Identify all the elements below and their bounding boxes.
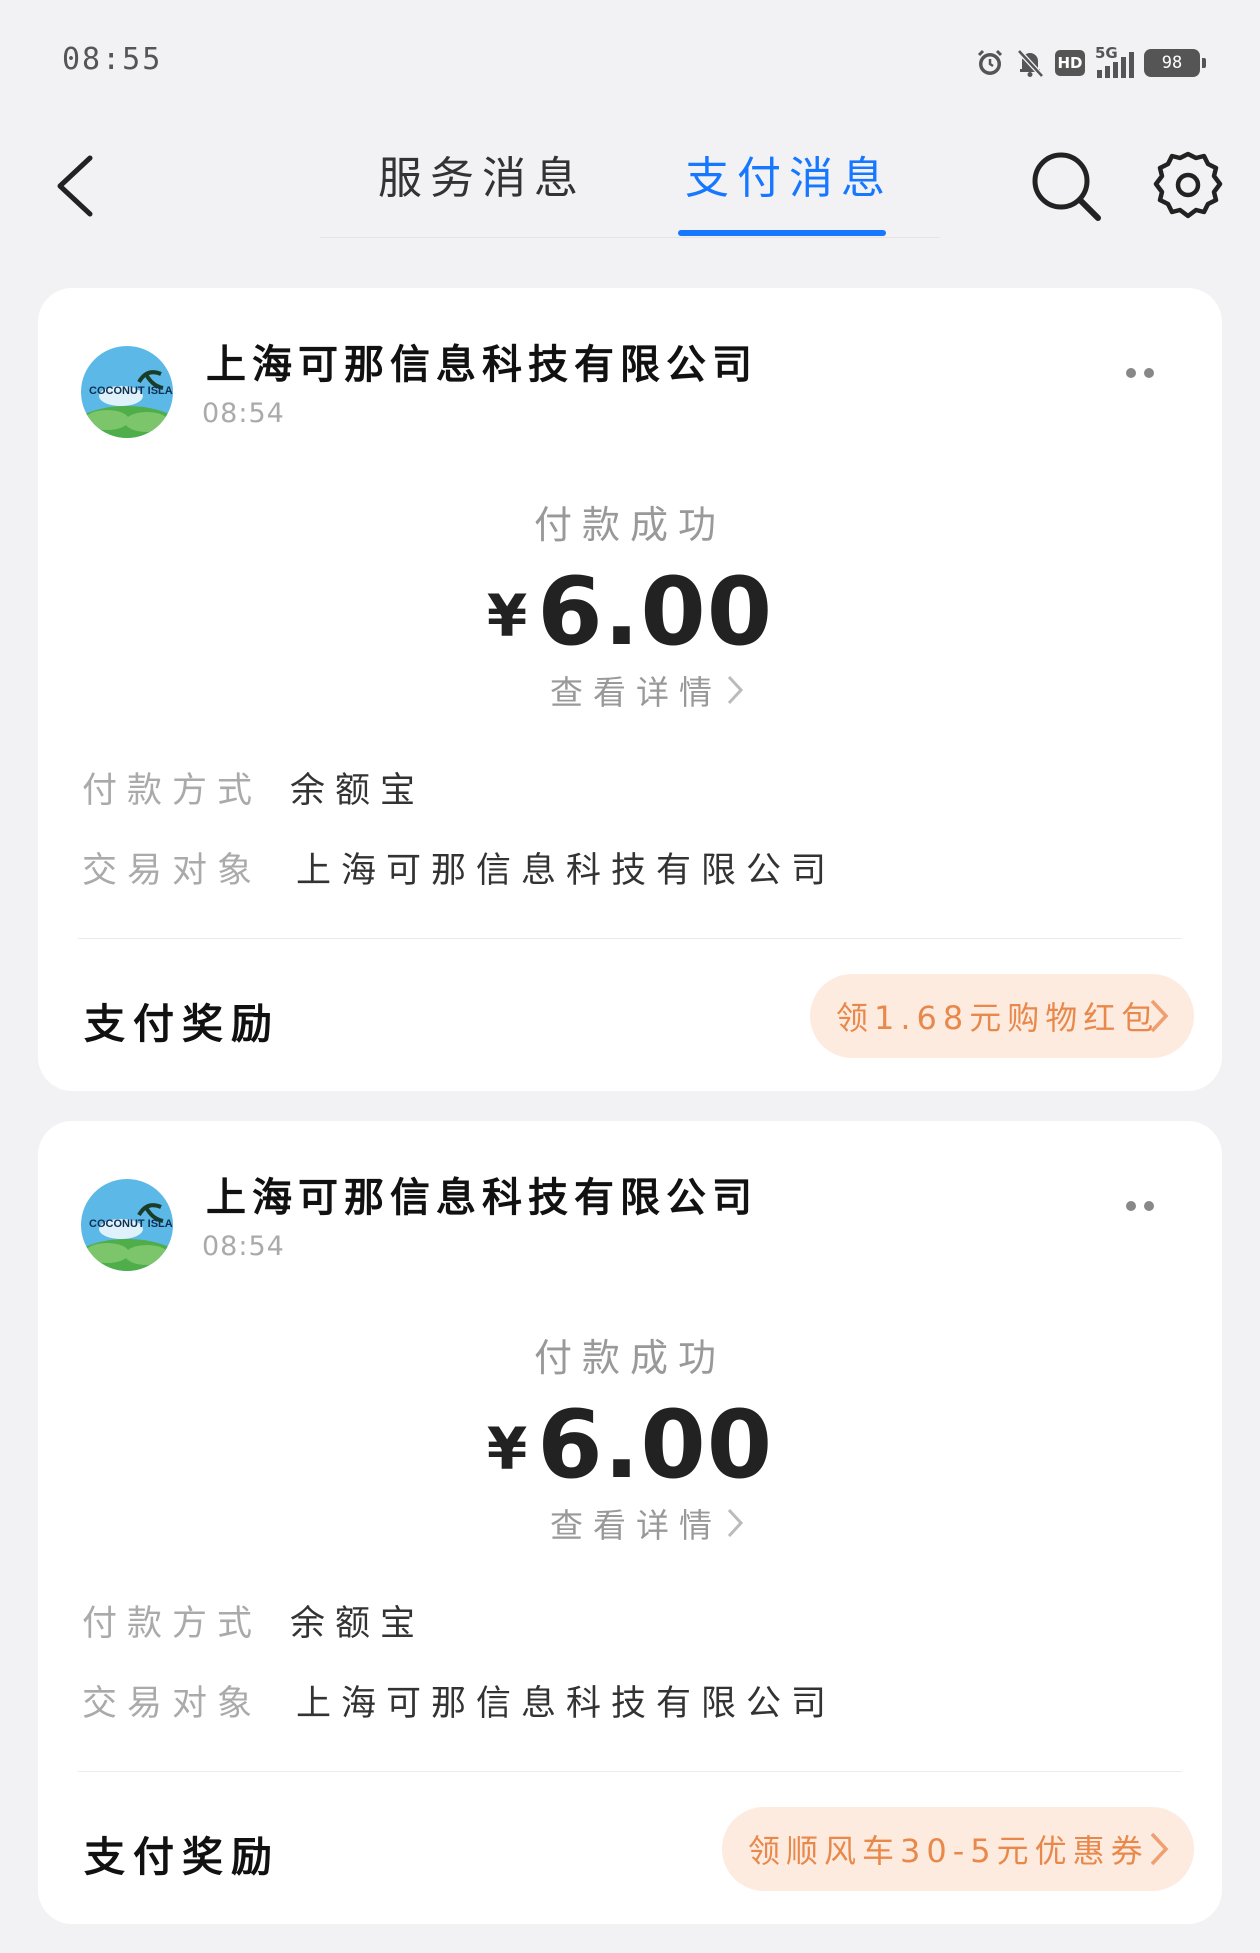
- currency-symbol: ¥: [486, 582, 528, 650]
- message-tabs: 服务消息 支付消息: [320, 120, 940, 250]
- merchant-name: 上海可那信息科技有限公司: [206, 1175, 758, 1221]
- more-dot-icon: [1144, 368, 1154, 378]
- currency-symbol: ¥: [486, 1415, 528, 1483]
- view-details-link[interactable]: 查看详情: [550, 1499, 746, 1547]
- payment-message-card[interactable]: COCONUT ISLAND 上海可那信息科技有限公司 08:54 付款成功 ¥…: [38, 1121, 1222, 1924]
- counterparty-value: 上海可那信息科技有限公司: [296, 851, 837, 891]
- claim-coupon-button[interactable]: 领顺风车30-5元优惠券: [722, 1807, 1194, 1891]
- chevron-right-icon: [727, 675, 744, 705]
- signal-5g-icon: 5G: [1095, 44, 1134, 78]
- status-bar: 08:55 HD 5G 98: [0, 0, 1260, 110]
- payment-method-label: 付款方式: [82, 1604, 263, 1644]
- settings-button[interactable]: [1150, 148, 1226, 224]
- search-icon: [1032, 152, 1101, 221]
- payment-message-card[interactable]: COCONUT ISLAND 上海可那信息科技有限公司 08:54 付款成功 ¥…: [38, 288, 1222, 1091]
- claim-reward-button[interactable]: 领1.68元购物红包: [810, 974, 1194, 1058]
- active-tab-indicator: [678, 230, 886, 236]
- battery-icon: 98: [1144, 49, 1206, 77]
- merchant-name: 上海可那信息科技有限公司: [206, 342, 758, 388]
- view-details-label: 查看详情: [550, 1506, 722, 1545]
- chevron-right-icon: [1150, 999, 1169, 1033]
- view-details-link[interactable]: 查看详情: [550, 666, 746, 714]
- merchant-avatar: COCONUT ISLAND: [81, 1179, 173, 1271]
- tab-payment-messages[interactable]: 支付消息: [685, 142, 893, 206]
- claim-reward-label: 领1.68元购物红包: [836, 999, 1160, 1037]
- more-options-button[interactable]: [1118, 360, 1162, 386]
- header: 服务消息 支付消息: [0, 120, 1260, 250]
- hd-icon: HD: [1055, 50, 1085, 76]
- more-options-button[interactable]: [1118, 1193, 1162, 1219]
- counterparty-value: 上海可那信息科技有限公司: [296, 1684, 837, 1724]
- more-dot-icon: [1126, 368, 1136, 378]
- search-button[interactable]: [1028, 148, 1104, 224]
- payment-amount: 6.00: [537, 1391, 774, 1500]
- message-time: 08:54: [202, 398, 285, 429]
- back-button[interactable]: [50, 150, 110, 220]
- card-divider: [78, 1771, 1182, 1772]
- payment-reward-title: 支付奖励: [84, 1000, 280, 1048]
- alarm-icon: [977, 49, 1003, 75]
- status-icons: HD 5G 98: [975, 44, 1206, 78]
- view-details-label: 查看详情: [550, 673, 722, 712]
- payment-status: 付款成功: [533, 503, 726, 547]
- claim-coupon-label: 领顺风车30-5元优惠券: [748, 1832, 1149, 1870]
- chevron-right-icon: [727, 1508, 744, 1538]
- amount-row: ¥6.00: [38, 558, 1222, 667]
- payment-method-label: 付款方式: [82, 771, 263, 811]
- card-divider: [78, 938, 1182, 939]
- amount-row: ¥6.00: [38, 1391, 1222, 1500]
- counterparty-label: 交易对象: [82, 851, 263, 891]
- chevron-right-icon: [1150, 1832, 1169, 1866]
- payment-amount: 6.00: [537, 558, 774, 667]
- mute-bell-icon: [1017, 49, 1044, 78]
- status-time: 08:55: [62, 42, 163, 77]
- payment-method-value: 余额宝: [290, 771, 426, 811]
- merchant-avatar: COCONUT ISLAND: [81, 346, 173, 438]
- svg-text:COCONUT ISLAND: COCONUT ISLAND: [89, 1218, 173, 1230]
- tab-divider: [320, 237, 940, 238]
- chevron-left-icon: [57, 155, 93, 217]
- svg-text:COCONUT ISLAND: COCONUT ISLAND: [89, 385, 173, 397]
- more-dot-icon: [1126, 1201, 1136, 1211]
- gear-icon: [1153, 151, 1223, 219]
- more-dot-icon: [1144, 1201, 1154, 1211]
- message-time: 08:54: [202, 1231, 285, 1262]
- payment-reward-title: 支付奖励: [84, 1833, 280, 1881]
- tab-service-messages[interactable]: 服务消息: [378, 142, 586, 206]
- counterparty-label: 交易对象: [82, 1684, 263, 1724]
- payment-method-value: 余额宝: [290, 1604, 426, 1644]
- payment-status: 付款成功: [533, 1336, 726, 1380]
